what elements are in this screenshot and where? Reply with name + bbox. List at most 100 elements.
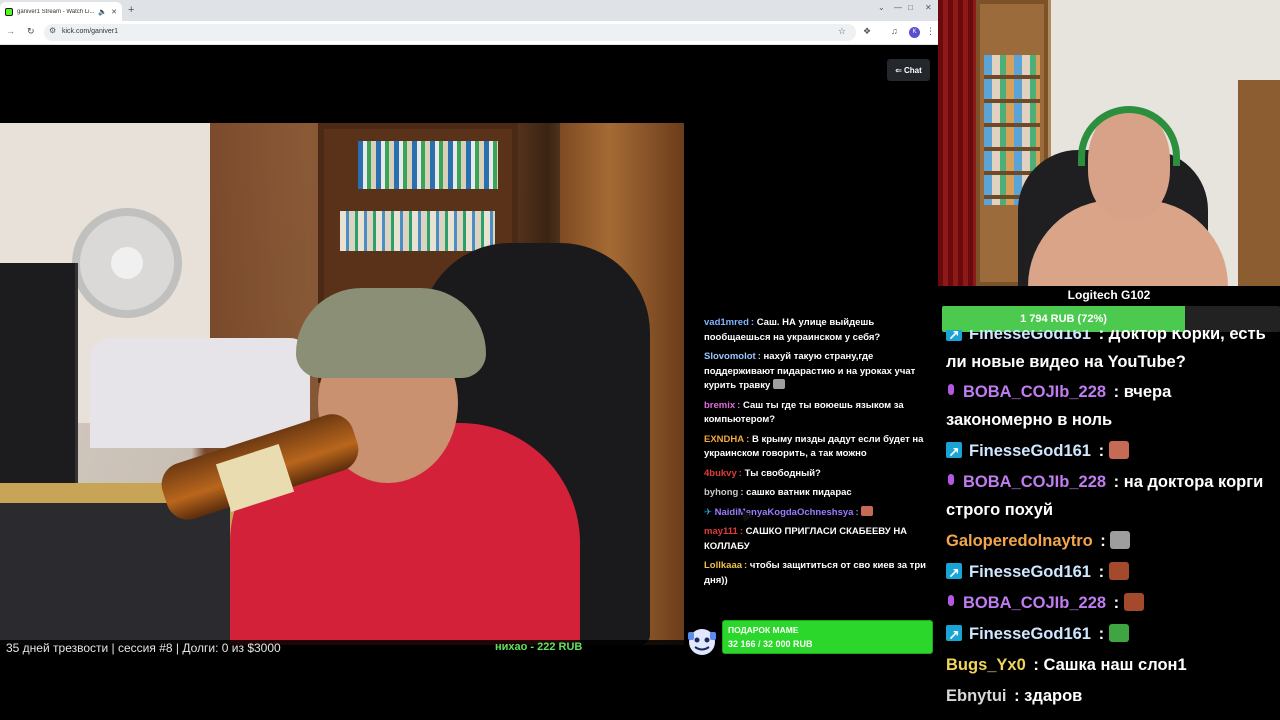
chat-button-label: Chat <box>903 65 922 75</box>
chat-toggle-button[interactable]: ⇐ Chat <box>887 59 930 81</box>
chat-message: EXNDHA: В крыму пизды дадут если будет н… <box>704 433 934 462</box>
chat-username[interactable]: Galoperedolnaytro <box>946 532 1093 550</box>
chat-message: Ebnytui : здаров <box>946 682 1280 710</box>
stream-ticker: 35 дней трезвости | сессия #8 | Долги: 0… <box>0 640 684 656</box>
chat-text: сашко ватник пидарас <box>746 487 852 498</box>
chat-username[interactable]: BOBA_COJIb_228 <box>963 473 1106 491</box>
chat-message: FinesseGod161 : <box>946 437 1280 466</box>
chat-message: BOBA_COJIb_228 : на доктора корги строго… <box>946 468 1280 524</box>
extensions-icon[interactable]: ❖ <box>863 26 871 37</box>
ticker-donation-text: нихао - 222 RUB <box>495 641 583 653</box>
maximize-icon[interactable]: □ <box>908 3 913 12</box>
chat-message: FinesseGod161 : <box>946 620 1280 649</box>
headset <box>1078 106 1180 166</box>
chat-username[interactable]: FinesseGod161 <box>969 442 1091 460</box>
books <box>340 211 495 251</box>
chat-separator: : <box>1095 532 1111 550</box>
microphone-badge-icon <box>946 473 956 489</box>
chat-username[interactable]: BOBA_COJIb_228 <box>963 594 1106 612</box>
cat-emote-icon <box>772 379 785 389</box>
mouse-pad <box>0 503 230 645</box>
chat-username[interactable]: BOBA_COJIb_228 <box>963 383 1106 401</box>
curtain <box>938 0 976 286</box>
brick-emote-icon <box>1123 593 1144 611</box>
minimize-icon[interactable]: — <box>894 3 902 12</box>
chat-message: 4bukvy: Ты свободный? <box>704 467 934 482</box>
chat-message: bremix: Саш ты где ты воюешь языком за к… <box>704 399 934 428</box>
chat-text: здаров <box>1024 687 1083 705</box>
back-arrow-icon[interactable]: → <box>6 26 15 36</box>
chat-separator: : <box>1109 383 1124 401</box>
site-info-icon[interactable]: ⚙ <box>49 26 56 35</box>
face-emote-icon <box>861 505 874 516</box>
menu-dots-icon[interactable]: ⋮ <box>926 26 935 37</box>
gift-goal-bar: ПОДАРОК МАМЕ 32 166 / 32 000 RUB <box>722 620 933 654</box>
face-emote-icon <box>1108 441 1129 459</box>
large-chat-overlay: FinesseGod161 : Доктор Корки, есть ли но… <box>946 330 1280 720</box>
chat-username[interactable]: FinesseGod161 <box>969 330 1091 343</box>
donation-goal-text: 1 794 RUB (72%) <box>1020 313 1107 325</box>
url-text: kick.com/ganiver1 <box>62 28 119 35</box>
microphone-badge-icon <box>946 594 956 610</box>
profile-avatar[interactable]: K <box>909 27 920 38</box>
chat-username[interactable]: vad1mred <box>704 317 749 328</box>
chat-username[interactable]: Bugs_Yx0 <box>946 656 1026 674</box>
prime-badge-icon <box>946 438 962 466</box>
donation-goal-bar: 1 794 RUB (72%) <box>942 306 1280 332</box>
chat-username[interactable]: EXNDHA <box>704 434 744 445</box>
chat-username[interactable]: FinesseGod161 <box>969 625 1091 643</box>
chat-separator: : <box>1028 656 1044 674</box>
bookmark-star-icon[interactable]: ☆ <box>838 26 846 37</box>
chat-message: Bugs_Yx0 : Сашка наш слон1 <box>946 651 1280 679</box>
tab-strip: ganiver1 Stream - Watch Li... 🔈 ✕ + ⌄ — … <box>0 0 938 21</box>
mascot-icon <box>688 629 716 655</box>
main-webcam-video[interactable] <box>0 123 684 645</box>
chat-text: Сашка наш слон1 <box>1043 656 1187 674</box>
tab-title: ganiver1 Stream - Watch Li... <box>17 8 95 15</box>
chat-separator: : <box>1109 473 1124 491</box>
chat-message: BOBA_COJIb_228 : <box>946 589 1280 617</box>
desk-fan <box>72 208 182 318</box>
new-tab-icon[interactable]: + <box>128 4 134 16</box>
prime-badge-icon: ✈ <box>704 506 715 518</box>
chat-message: BOBA_COJIb_228 : вчера закономерно в нол… <box>946 378 1280 434</box>
cat-emote-icon <box>1110 531 1131 549</box>
chat-username[interactable]: byhong <box>704 487 738 498</box>
gift-goal-title: ПОДАРОК МАМЕ <box>728 625 799 635</box>
chat-username[interactable]: Ebnytui <box>946 687 1007 705</box>
kick-favicon-icon <box>5 7 13 16</box>
chat-message: Lollkaaa: чтобы защититься от сво киев з… <box>704 559 934 588</box>
chat-username[interactable]: FinesseGod161 <box>969 563 1091 581</box>
prime-badge-icon <box>946 621 962 649</box>
cabinet <box>1238 80 1280 286</box>
tab-kick-stream[interactable]: ganiver1 Stream - Watch Li... 🔈 ✕ <box>0 2 122 21</box>
chat-username[interactable]: NaidiMenyaKogdaOchneshsya <box>715 507 854 518</box>
chat-expand-icon: ⇐ <box>895 65 902 75</box>
chat-message: FinesseGod161 : <box>946 558 1280 587</box>
books <box>358 141 498 189</box>
brick-emote-icon <box>1108 562 1129 580</box>
chat-username[interactable]: 4bukvy <box>704 468 737 479</box>
microphone-badge-icon <box>946 383 956 399</box>
chevron-down-icon[interactable]: ⌄ <box>878 3 885 12</box>
ticker-status-text: 35 дней трезвости | сессия #8 | Долги: 0… <box>6 641 281 655</box>
gift-goal-value: 32 166 / 32 000 RUB <box>728 639 813 649</box>
address-bar[interactable]: ⚙ kick.com/ganiver1 ☆ <box>44 24 856 41</box>
chat-separator: : <box>1093 442 1109 460</box>
chat-separator: : <box>1093 625 1109 643</box>
chat-username[interactable]: Lollkaaa <box>704 560 742 571</box>
camera-label: Logitech G102 <box>938 286 1280 304</box>
chat-message: Galoperedolnaytro : <box>946 527 1280 555</box>
chat-username[interactable]: bremix <box>704 400 735 411</box>
chat-separator: : <box>1009 687 1025 705</box>
close-tab-icon[interactable]: ✕ <box>111 8 117 16</box>
chat-message: vad1mred: Саш. НА улице выйдешь пообщаеш… <box>704 316 934 345</box>
secondary-webcam-video[interactable] <box>938 0 1280 286</box>
chat-username[interactable]: Slovomolot <box>704 351 756 362</box>
screen: ganiver1 Stream - Watch Li... 🔈 ✕ + ⌄ — … <box>0 0 1280 720</box>
media-control-icon[interactable]: ♫ <box>891 26 898 36</box>
chat-username[interactable]: may111 <box>704 526 738 537</box>
close-window-icon[interactable]: ✕ <box>925 3 932 12</box>
speaker-icon[interactable]: 🔈 <box>98 8 107 16</box>
reload-icon[interactable]: ↻ <box>27 26 35 37</box>
